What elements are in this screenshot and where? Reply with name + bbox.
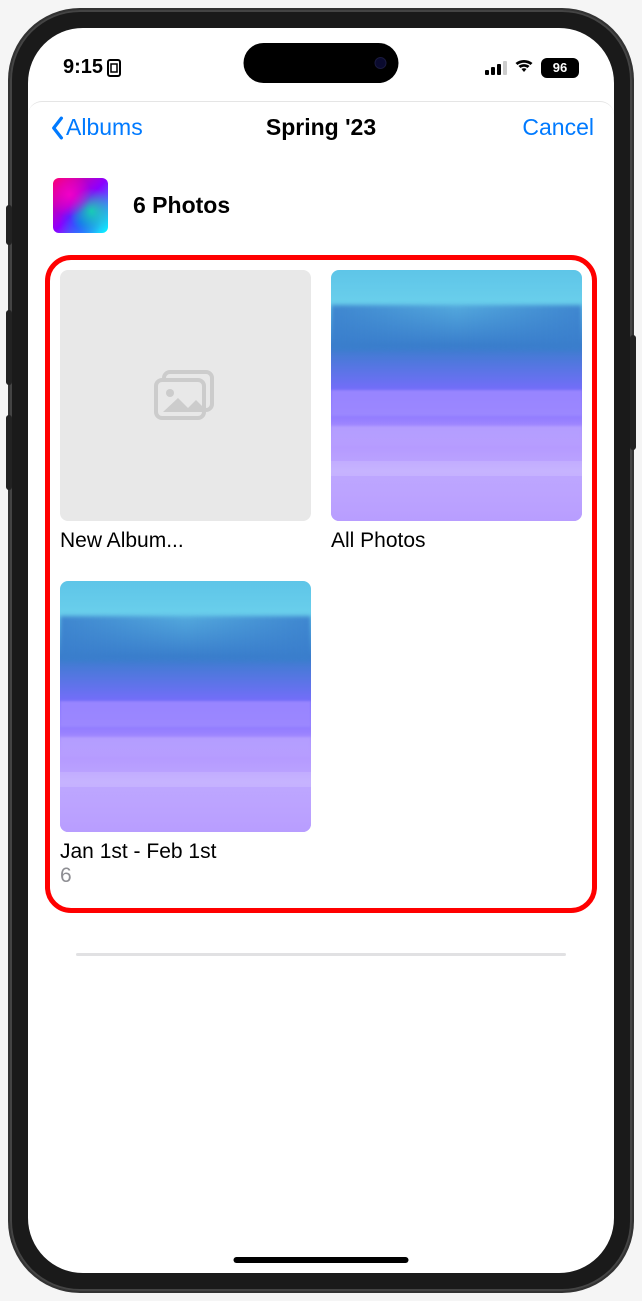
album-label: Jan 1st - Feb 1st	[60, 840, 311, 864]
side-button	[6, 205, 12, 245]
album-cover	[60, 581, 311, 832]
album-all-photos[interactable]: All Photos	[331, 270, 582, 553]
back-label: Albums	[66, 114, 143, 141]
power-button	[630, 335, 636, 450]
album-new[interactable]: New Album...	[60, 270, 311, 553]
volume-down-button	[6, 415, 12, 490]
annotation-highlight-box: New Album... All Photos Jan 1st - Feb 1s…	[45, 255, 597, 913]
album-grid: New Album... All Photos Jan 1st - Feb 1s…	[60, 270, 582, 888]
all-photos-cover	[331, 270, 582, 521]
selection-info: 6 Photos	[28, 153, 614, 251]
album-count: 6	[60, 864, 311, 888]
section-divider	[76, 953, 566, 956]
home-indicator[interactable]	[234, 1257, 409, 1263]
placeholder-photos-icon	[148, 363, 223, 428]
selection-count-label: 6 Photos	[133, 192, 230, 219]
page-title: Spring '23	[266, 114, 376, 141]
status-left: 9:15	[63, 56, 121, 79]
cancel-button[interactable]: Cancel	[522, 114, 594, 141]
cellular-icon	[485, 60, 507, 75]
album-label: New Album...	[60, 529, 311, 553]
status-right: 96	[485, 56, 579, 79]
battery-percent: 96	[553, 60, 567, 75]
iphone-frame: 9:15 96	[10, 10, 632, 1291]
status-time: 9:15	[63, 56, 103, 79]
volume-up-button	[6, 310, 12, 385]
album-label: All Photos	[331, 529, 582, 553]
wifi-icon	[514, 56, 534, 79]
screen: 9:15 96	[28, 28, 614, 1273]
album-jan-feb[interactable]: Jan 1st - Feb 1st 6	[60, 581, 311, 888]
battery-icon: 96	[541, 58, 579, 78]
selection-thumbnail	[53, 178, 108, 233]
back-button[interactable]: Albums	[48, 114, 143, 141]
dynamic-island	[244, 43, 399, 83]
chevron-left-icon	[48, 116, 66, 140]
sim-icon	[107, 59, 121, 77]
front-camera	[375, 57, 387, 69]
nav-bar: Albums Spring '23 Cancel	[28, 101, 614, 153]
new-album-cover	[60, 270, 311, 521]
